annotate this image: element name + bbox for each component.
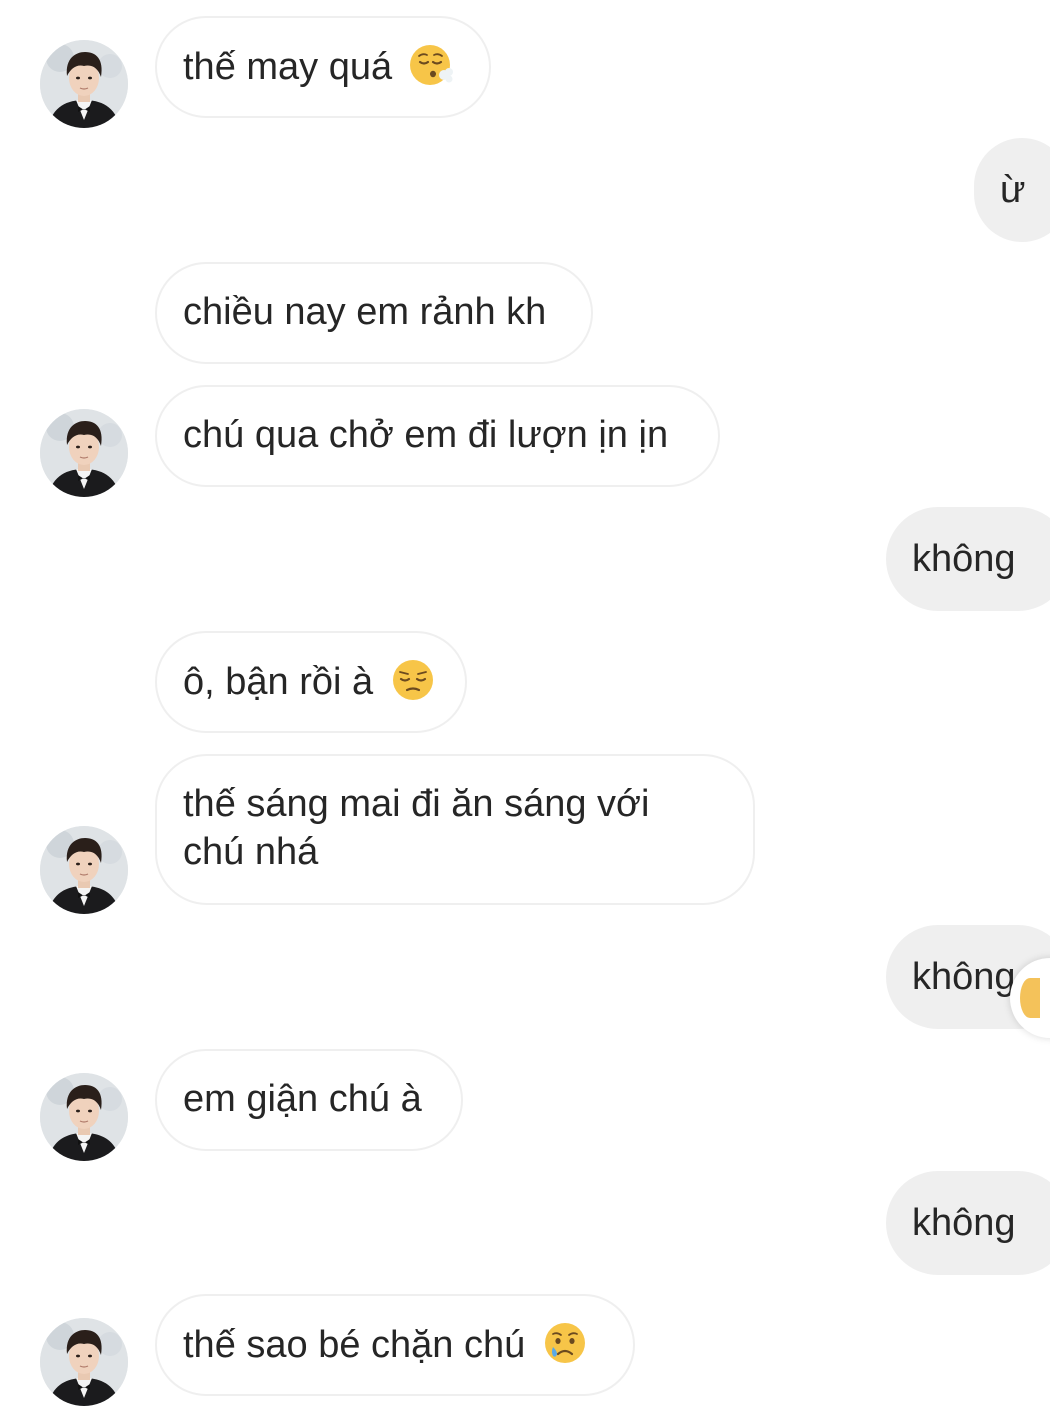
incoming-message-bubble[interactable]: thế may quá — [155, 16, 491, 118]
outgoing-message-bubble[interactable]: ừ — [974, 138, 1050, 242]
message-text: em giận chú à — [183, 1078, 422, 1120]
incoming-message-bubble[interactable]: ô, bận rồi à — [155, 631, 467, 733]
avatar-image — [40, 1318, 128, 1406]
message-text: thế may quá — [183, 46, 393, 88]
pensive-face-emoji-icon — [390, 657, 436, 703]
outgoing-message-bubble[interactable]: không — [886, 507, 1050, 611]
avatar-image — [40, 409, 128, 497]
message-text: không — [912, 1202, 1016, 1244]
message-text: ô, bận rồi à — [183, 661, 374, 703]
sender-avatar[interactable] — [40, 826, 128, 914]
incoming-message-bubble[interactable]: chiều nay em rảnh kh — [155, 262, 593, 364]
incoming-message-bubble[interactable]: thế sáng mai đi ăn sáng với chú nhá — [155, 754, 755, 905]
sender-avatar[interactable] — [40, 1073, 128, 1161]
incoming-message-bubble[interactable]: thế sao bé chặn chú — [155, 1294, 635, 1396]
incoming-message-bubble[interactable]: chú qua chở em đi lượn ịn ịn — [155, 385, 720, 487]
crying-face-emoji-icon — [542, 1320, 588, 1366]
message-text: không — [912, 538, 1016, 580]
message-text: thế sao bé chặn chú — [183, 1324, 526, 1366]
sender-avatar[interactable] — [40, 409, 128, 497]
message-text: chú qua chở em đi lượn ịn ịn — [183, 414, 669, 456]
message-text: chiều nay em rảnh kh — [183, 291, 547, 333]
sender-avatar[interactable] — [40, 40, 128, 128]
outgoing-message-bubble[interactable]: không — [886, 1171, 1050, 1275]
sender-avatar[interactable] — [40, 1318, 128, 1406]
avatar-image — [40, 826, 128, 914]
avatar-image — [40, 40, 128, 128]
avatar-image — [40, 1073, 128, 1161]
message-text: ừ — [1000, 169, 1026, 211]
message-text: không — [912, 956, 1016, 998]
incoming-message-bubble[interactable]: em giận chú à — [155, 1049, 463, 1151]
message-text: thế sáng mai đi ăn sáng với chú nhá — [183, 783, 650, 873]
face-exhaling-emoji-icon — [409, 42, 455, 88]
